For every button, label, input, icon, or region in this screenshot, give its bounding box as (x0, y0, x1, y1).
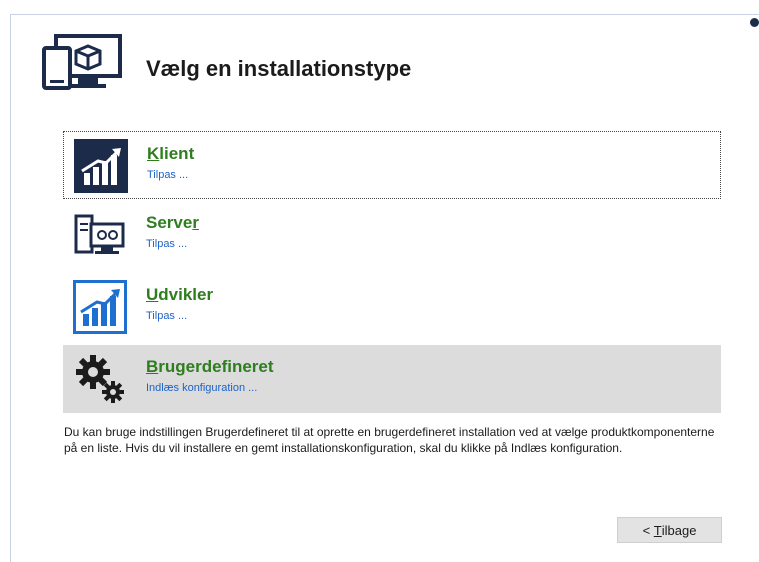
option-title: Server (146, 213, 199, 232)
option-title: Klient (147, 144, 195, 163)
corner-dot (750, 18, 759, 27)
header: Vælg en installationstype (36, 30, 636, 100)
chart-up-icon (73, 280, 127, 334)
option-klient[interactable]: Klient Tilpas ... (63, 131, 721, 199)
option-brugerdefineret[interactable]: Brugerdefineret Indlæs konfiguration ... (63, 345, 721, 413)
monitor-package-icon (42, 34, 122, 95)
server-gear-icon (73, 208, 127, 262)
customize-link[interactable]: Tilpas ... (146, 238, 187, 250)
gears-icon (73, 352, 127, 406)
option-title: Brugerdefineret (146, 357, 274, 376)
option-server[interactable]: Server Tilpas ... (63, 201, 721, 269)
option-title: Udvikler (146, 285, 214, 304)
customize-link[interactable]: Tilpas ... (147, 169, 188, 181)
option-udvikler[interactable]: Udvikler Tilpas ... (63, 273, 721, 341)
load-configuration-link[interactable]: Indlæs konfiguration ... (146, 382, 257, 394)
page-title: Vælg en installationstype (146, 56, 412, 81)
back-button[interactable]: < Tilbage (617, 517, 722, 543)
customize-link[interactable]: Tilpas ... (146, 310, 187, 322)
description-text: Du kan bruge indstillingen Brugerdefiner… (64, 425, 715, 455)
chart-up-icon (74, 139, 128, 193)
